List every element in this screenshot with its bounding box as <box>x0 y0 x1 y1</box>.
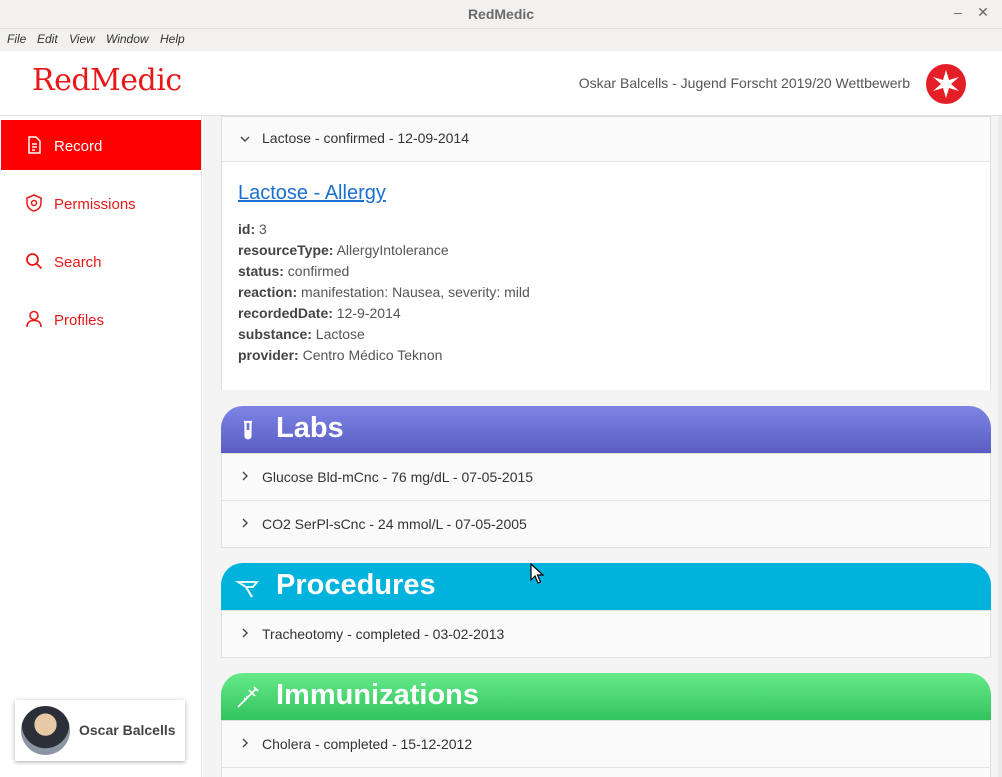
user-name: Oscar Balcells <box>79 722 176 738</box>
sidebar-item-label: Record <box>54 138 103 155</box>
mouse-cursor-icon <box>530 563 544 584</box>
field-status: status: confirmed <box>238 263 349 279</box>
chevron-right-icon <box>242 628 248 638</box>
syringe-icon <box>237 686 259 708</box>
list-item[interactable]: CO2 SerPl-sCnc - 24 mmol/L - 07-05-2005 <box>222 501 990 548</box>
avatar <box>21 706 70 755</box>
field-value: Centro Médico Teknon <box>298 347 443 363</box>
allergy-panel: Lactose - confirmed - 12-09-2014 Lactose… <box>221 116 991 390</box>
allergy-title-link[interactable]: Lactose - Allergy <box>238 182 386 205</box>
sidebar-item-permissions[interactable]: Permissions <box>1 178 201 228</box>
sidebar-item-label: Search <box>54 254 102 271</box>
minimize-button[interactable]: – <box>950 4 966 20</box>
field-key: resourceType: <box>238 242 334 258</box>
menu-edit[interactable]: Edit <box>37 32 58 46</box>
scalpel-icon <box>235 581 259 598</box>
immunizations-title: Immunizations <box>276 679 480 711</box>
field-resource-type: resourceType: AllergyIntolerance <box>238 242 449 258</box>
chevron-right-icon <box>242 518 248 528</box>
brand-logo: RedMedic <box>32 63 182 98</box>
field-value: Lactose <box>311 326 365 342</box>
allergy-summary-row[interactable]: Lactose - confirmed - 12-09-2014 <box>222 117 990 162</box>
shield-icon <box>26 194 42 212</box>
field-value: 12-9-2014 <box>332 305 401 321</box>
window-title: RedMedic <box>467 6 535 22</box>
sidebar: Record Permissions Search Profiles Oscar… <box>0 116 202 777</box>
jugend-forscht-logo-icon <box>926 64 966 104</box>
field-value: manifestation: Nausea, severity: mild <box>297 284 530 300</box>
field-id: id: 3 <box>238 221 267 237</box>
field-key: substance: <box>238 326 312 342</box>
labs-header: Labs <box>221 406 991 453</box>
user-icon <box>26 310 42 328</box>
field-recorded-date: recordedDate: 12-9-2014 <box>238 305 401 321</box>
list-item[interactable]: Tracheotomy - completed - 03-02-2013 <box>222 611 990 658</box>
procedures-title: Procedures <box>276 569 436 601</box>
main-content: Lactose - confirmed - 12-09-2014 Lactose… <box>203 116 1002 777</box>
header-subtitle: Oskar Balcells - Jugend Forscht 2019/20 … <box>578 75 910 91</box>
chevron-down-icon <box>240 136 250 142</box>
list-item-text: Cholera - completed - 15-12-2012 <box>262 736 473 752</box>
chevron-right-icon <box>242 471 248 481</box>
user-card[interactable]: Oscar Balcells <box>15 700 185 761</box>
document-icon <box>28 136 41 154</box>
list-item[interactable]: Cholera - completed - 15-12-2012 <box>222 721 990 768</box>
field-key: status: <box>238 263 284 279</box>
immunizations-list: Cholera - completed - 15-12-2012 <box>221 720 991 777</box>
sidebar-item-search[interactable]: Search <box>1 236 201 286</box>
sidebar-item-label: Permissions <box>54 196 136 213</box>
field-substance: substance: Lactose <box>238 326 365 342</box>
field-key: reaction: <box>238 284 298 300</box>
field-value: confirmed <box>283 263 350 279</box>
field-value: AllergyIntolerance <box>333 242 449 258</box>
list-item-text: Tracheotomy - completed - 03-02-2013 <box>262 626 505 642</box>
menu-view[interactable]: View <box>69 32 95 46</box>
list-item[interactable]: Glucose Bld-mCnc - 76 mg/dL - 07-05-2015 <box>222 454 990 501</box>
field-reaction: reaction: manifestation: Nausea, severit… <box>238 284 530 300</box>
procedures-list: Tracheotomy - completed - 03-02-2013 <box>221 610 991 658</box>
list-item-text: CO2 SerPl-sCnc - 24 mmol/L - 07-05-2005 <box>262 516 527 532</box>
labs-list: Glucose Bld-mCnc - 76 mg/dL - 07-05-2015… <box>221 453 991 548</box>
field-key: recordedDate: <box>238 305 333 321</box>
window-titlebar: RedMedic – ✕ <box>0 0 1002 29</box>
menu-file[interactable]: File <box>7 32 26 46</box>
menu-window[interactable]: Window <box>106 32 149 46</box>
scrollbar[interactable] <box>998 116 1002 777</box>
app-header: RedMedic Oskar Balcells - Jugend Forscht… <box>0 51 1002 116</box>
field-key: id: <box>238 221 256 237</box>
allergy-detail: Lactose - Allergy id: 3 resourceType: Al… <box>222 162 990 390</box>
field-provider: provider: Centro Médico Teknon <box>238 347 442 363</box>
list-item-text: Glucose Bld-mCnc - 76 mg/dL - 07-05-2015 <box>262 469 534 485</box>
close-button[interactable]: ✕ <box>975 4 991 21</box>
sidebar-item-record[interactable]: Record <box>1 120 201 170</box>
sidebar-item-label: Profiles <box>54 312 105 329</box>
menu-bar: File Edit View Window Help <box>0 29 1002 51</box>
field-value: 3 <box>255 221 267 237</box>
sidebar-item-profiles[interactable]: Profiles <box>1 294 201 344</box>
field-key: provider: <box>238 347 299 363</box>
test-tube-icon <box>244 420 252 440</box>
procedures-header: Procedures <box>221 563 991 610</box>
labs-title: Labs <box>276 412 344 444</box>
chevron-right-icon <box>242 738 248 748</box>
menu-help[interactable]: Help <box>160 32 185 46</box>
immunizations-header: Immunizations <box>221 673 991 720</box>
allergy-summary: Lactose - confirmed - 12-09-2014 <box>262 130 469 146</box>
search-icon <box>26 253 43 270</box>
